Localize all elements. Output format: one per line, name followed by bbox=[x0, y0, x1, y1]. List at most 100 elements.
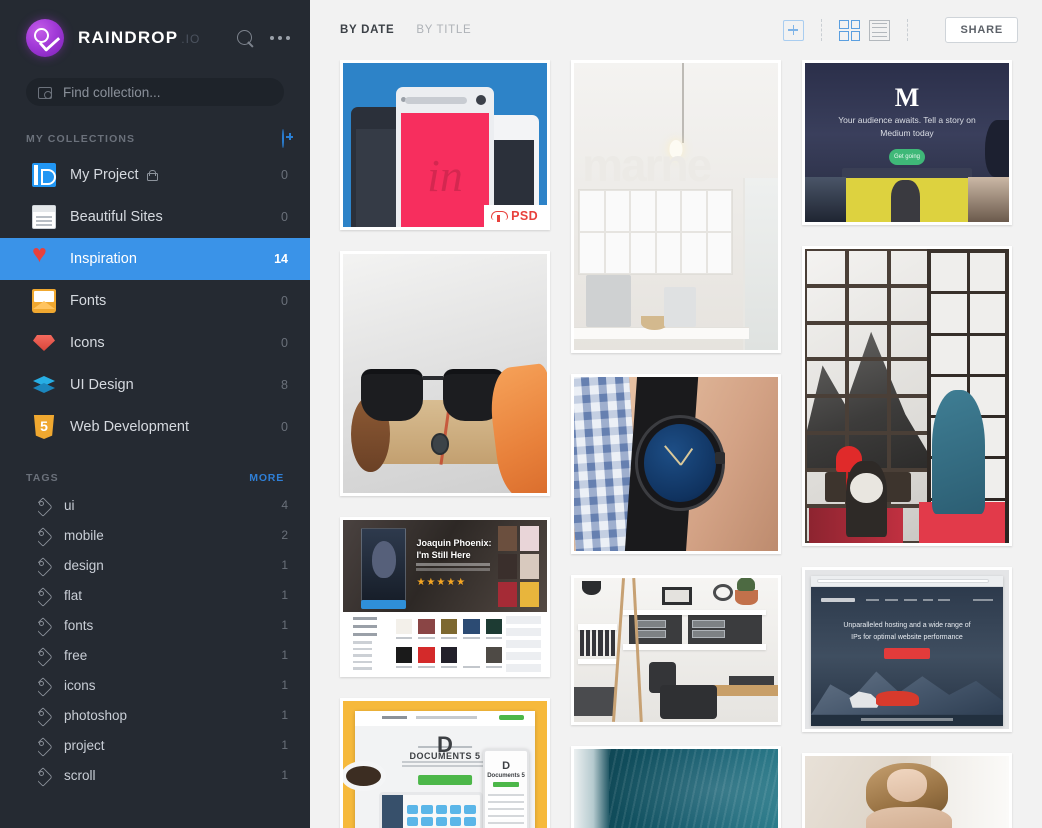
hosting-cta-button[interactable] bbox=[883, 647, 930, 660]
bookmark-grid: in PSD Joaquin Phoenix: I'm Still Here ★… bbox=[310, 60, 1042, 828]
storage-crate bbox=[692, 619, 725, 629]
sidebar-item-fonts[interactable]: Fonts 0 bbox=[0, 280, 310, 322]
card-portrait-photo[interactable] bbox=[802, 753, 1012, 828]
brand-tld: .IO bbox=[181, 32, 201, 46]
collections-section-header: MY COLLECTIONS bbox=[0, 129, 310, 148]
tag-icon bbox=[36, 558, 51, 573]
tag-item-free[interactable]: free 1 bbox=[0, 640, 310, 670]
collection-count: 14 bbox=[274, 252, 288, 266]
events-body bbox=[343, 612, 547, 674]
browser-url-bar bbox=[811, 576, 1003, 587]
tag-label: mobile bbox=[64, 527, 104, 543]
documents5-nav bbox=[355, 710, 535, 727]
medium-cta-button[interactable]: Get going bbox=[888, 148, 926, 165]
events-thumbnails bbox=[498, 525, 539, 607]
events-tile-list bbox=[396, 618, 503, 671]
sidebar-item-web-development[interactable]: Web Development 0 bbox=[0, 406, 310, 448]
wooden-table bbox=[712, 684, 778, 697]
tag-count: 1 bbox=[281, 708, 288, 722]
wall-lamp bbox=[582, 580, 601, 596]
tag-item-project[interactable]: project 1 bbox=[0, 730, 310, 760]
tag-item-fonts[interactable]: fonts 1 bbox=[0, 610, 310, 640]
tag-label: photoshop bbox=[64, 707, 128, 723]
card-thumbnail bbox=[805, 756, 1009, 828]
card-bookshelf-room-photo[interactable]: marne bbox=[571, 60, 781, 353]
card-medium-landing[interactable]: M Your audience awaits. Tell a story on … bbox=[802, 60, 1012, 225]
tag-item-icons[interactable]: icons 1 bbox=[0, 670, 310, 700]
rating-stars: ★★★★★ bbox=[416, 577, 467, 589]
more-dots-icon[interactable] bbox=[269, 35, 290, 41]
tag-item-mobile[interactable]: mobile 2 bbox=[0, 520, 310, 550]
collections-section-title: MY COLLECTIONS bbox=[26, 133, 136, 145]
invision-logo-text: in bbox=[427, 150, 463, 201]
collections-list: My Project 0 Beautiful Sites 0 Inspirati… bbox=[0, 154, 310, 448]
heart-icon bbox=[32, 242, 56, 271]
card-workspace-shelves-photo[interactable] bbox=[571, 575, 781, 725]
tab-by-date[interactable]: BY DATE bbox=[340, 24, 394, 36]
collection-count: 0 bbox=[281, 210, 288, 224]
events-hero: Joaquin Phoenix: I'm Still Here ★★★★★ bbox=[343, 520, 547, 613]
tag-count: 1 bbox=[281, 588, 288, 602]
add-collection-button[interactable] bbox=[282, 129, 284, 148]
documents5-headline: DOCUMENTS 5 bbox=[409, 751, 481, 762]
face bbox=[886, 769, 928, 802]
collection-label: My Project bbox=[70, 167, 139, 183]
monitor bbox=[586, 275, 632, 328]
card-documents5-landing[interactable]: D DOCUMENTS 5 D Documents 5 bbox=[340, 698, 550, 828]
search-icon[interactable] bbox=[236, 29, 254, 47]
sidebar-item-beautiful-sites[interactable]: Beautiful Sites 0 bbox=[0, 196, 310, 238]
tag-item-flat[interactable]: flat 1 bbox=[0, 580, 310, 610]
tag-label: ui bbox=[64, 497, 75, 513]
chair-seat bbox=[659, 684, 717, 720]
tag-icon bbox=[36, 648, 51, 663]
tags-more-button[interactable]: MORE bbox=[249, 472, 284, 484]
card-thumbnail: D DOCUMENTS 5 D Documents 5 bbox=[343, 701, 547, 828]
card-invision-psd-mockup[interactable]: in PSD bbox=[340, 60, 550, 230]
documents5-paragraph bbox=[401, 761, 489, 764]
sidebar-header: RAINDROP .IO bbox=[0, 0, 310, 76]
portrait-photo-small bbox=[968, 177, 1009, 222]
hosting-hero: Unparalleled hosting and a wide range of… bbox=[811, 586, 1003, 726]
search-input[interactable] bbox=[63, 84, 272, 100]
add-square-icon[interactable] bbox=[783, 19, 805, 41]
tab-by-title[interactable]: BY TITLE bbox=[416, 24, 471, 36]
sidebar-item-icons[interactable]: Icons 0 bbox=[0, 322, 310, 364]
medium-headline: Your audience awaits. Tell a story on Me… bbox=[838, 114, 976, 139]
silhouette bbox=[984, 120, 1009, 178]
collection-count: 0 bbox=[281, 420, 288, 434]
sidebar-item-my-project[interactable]: My Project 0 bbox=[0, 154, 310, 196]
tag-icon bbox=[36, 528, 51, 543]
tag-icon bbox=[36, 588, 51, 603]
tag-icon bbox=[36, 768, 51, 783]
card-sunglasses-photo[interactable] bbox=[340, 251, 550, 496]
card-ocean-aerial-photo[interactable] bbox=[571, 746, 781, 828]
card-hosting-landing[interactable]: Unparalleled hosting and a wide range of… bbox=[802, 567, 1012, 732]
events-cta-button[interactable] bbox=[361, 600, 407, 609]
picture-frame bbox=[661, 586, 693, 606]
find-collection-search[interactable] bbox=[26, 78, 284, 106]
sidebar-item-inspiration[interactable]: Inspiration 14 bbox=[0, 238, 310, 280]
tag-item-design[interactable]: design 1 bbox=[0, 550, 310, 580]
wall-wordmark: marne bbox=[582, 138, 712, 191]
tag-item-scroll[interactable]: scroll 1 bbox=[0, 760, 310, 790]
teal-wingback-chair bbox=[931, 390, 985, 514]
tag-item-photoshop[interactable]: photoshop 1 bbox=[0, 700, 310, 730]
potted-plant bbox=[735, 578, 758, 606]
card-thumbnail bbox=[343, 254, 547, 493]
card-japanese-room-photo[interactable] bbox=[802, 246, 1012, 546]
list-view-icon[interactable] bbox=[869, 19, 891, 41]
watch-face bbox=[635, 415, 725, 512]
share-button[interactable]: SHARE bbox=[945, 17, 1018, 43]
tags-section-header: TAGS MORE bbox=[0, 472, 310, 484]
collection-count: 0 bbox=[281, 168, 288, 182]
sidebar-item-ui-design[interactable]: UI Design 8 bbox=[0, 364, 310, 406]
tag-item-ui[interactable]: ui 4 bbox=[0, 490, 310, 520]
grid-view-icon[interactable] bbox=[839, 19, 861, 41]
documents5-cta-button[interactable] bbox=[418, 775, 472, 786]
tag-count: 1 bbox=[281, 648, 288, 662]
collection-count: 0 bbox=[281, 294, 288, 308]
raindrop-logo-icon bbox=[26, 19, 64, 57]
card-blue-watch-photo[interactable] bbox=[571, 374, 781, 554]
card-events-joaquin-phoenix[interactable]: Joaquin Phoenix: I'm Still Here ★★★★★ bbox=[340, 517, 550, 677]
tag-label: flat bbox=[64, 587, 83, 603]
